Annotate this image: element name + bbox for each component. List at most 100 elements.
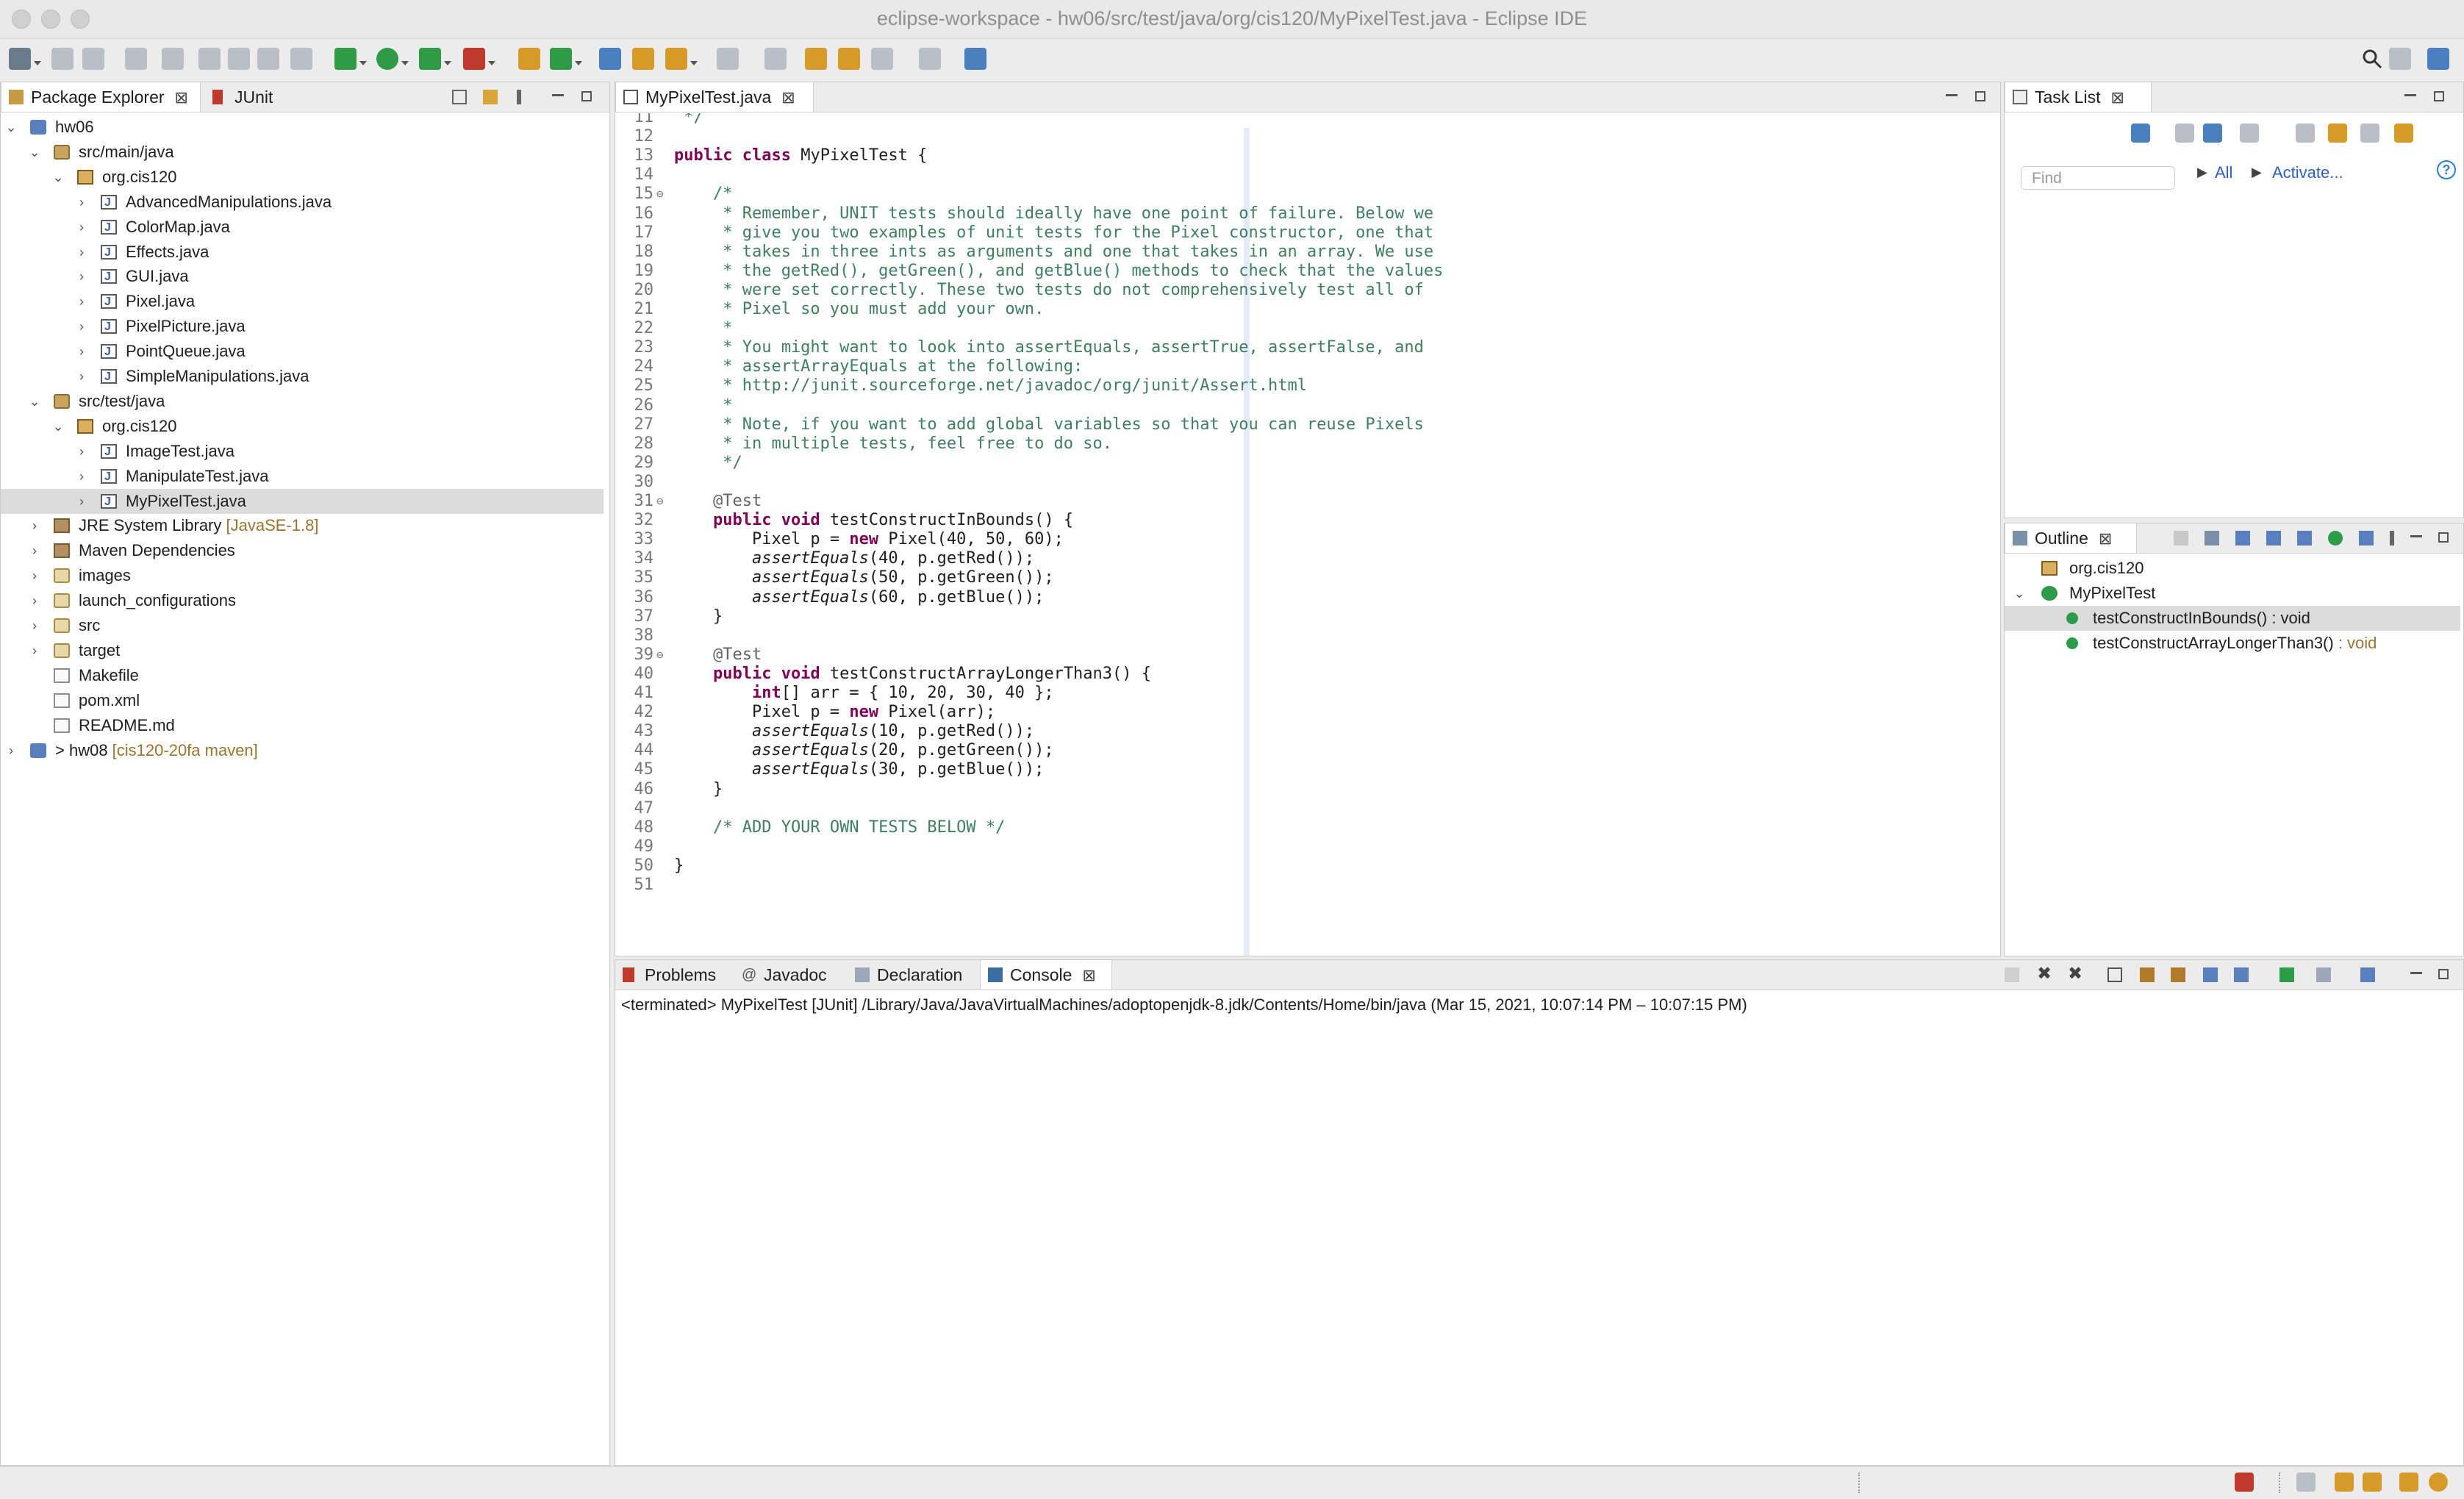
tree-item[interactable]: › AdvancedManipulations.java <box>1 190 604 215</box>
tab-junit[interactable]: JUnit <box>205 82 315 112</box>
maximize-icon[interactable] <box>1975 91 1985 101</box>
chevron-down-icon[interactable]: ⌄ <box>2012 581 2027 606</box>
minimize-icon[interactable] <box>2409 531 2424 545</box>
close-icon[interactable]: ⊠ <box>175 83 188 112</box>
chevron-right-icon[interactable]: › <box>74 489 89 514</box>
scheduled-icon[interactable] <box>2203 124 2222 143</box>
focus-on-workweek-icon[interactable] <box>2296 124 2315 143</box>
use-step-filters-icon[interactable] <box>290 48 312 70</box>
pin-editor-icon[interactable] <box>964 48 986 70</box>
view-menu-icon[interactable] <box>2390 531 2394 545</box>
fold-toggle-icon[interactable]: ⊖ <box>656 491 664 512</box>
chevron-right-icon[interactable]: › <box>27 638 42 663</box>
tree-item[interactable]: › Maven Dependencies <box>1 538 604 563</box>
code-line[interactable]: 45 assertEquals(30, p.getBlue()); <box>615 759 1975 780</box>
skip-breakpoints-icon[interactable] <box>125 48 147 70</box>
show-stderr-icon[interactable] <box>2234 967 2249 982</box>
tree-item[interactable]: › launch_configurations <box>1 588 604 613</box>
chevron-down-icon[interactable]: ⌄ <box>51 414 65 439</box>
code-line[interactable]: 34 assertEquals(40, p.getRed()); <box>615 548 1975 569</box>
forward-history-icon[interactable] <box>838 48 860 70</box>
view-menu-icon[interactable] <box>517 90 521 104</box>
new-java-package-icon[interactable] <box>518 48 540 70</box>
chevron-right-icon[interactable]: › <box>27 563 42 588</box>
tree-item[interactable]: › ImageTest.java <box>1 439 604 465</box>
open-perspective-icon[interactable] <box>2389 48 2411 70</box>
tab-outline[interactable]: Outline ⊠ <box>2005 523 2137 553</box>
code-line[interactable]: 46 } <box>615 779 1975 800</box>
book-icon[interactable] <box>2335 1473 2354 1492</box>
step-into-icon[interactable] <box>198 48 221 70</box>
tree-item[interactable]: README.md <box>1 713 604 738</box>
step-return-icon[interactable] <box>257 48 279 70</box>
chevron-right-icon[interactable]: › <box>27 513 42 538</box>
code-line[interactable]: 25 * http://junit.sourceforge.net/javado… <box>615 376 1975 396</box>
code-line[interactable]: 27 * Note, if you want to add global var… <box>615 415 1975 435</box>
terminate-icon[interactable] <box>2005 967 2019 982</box>
new-task-icon[interactable] <box>2131 124 2150 143</box>
new-icon[interactable] <box>9 48 31 70</box>
fold-toggle-icon[interactable]: ⊖ <box>656 645 664 665</box>
tree-item[interactable]: ⌄ hw06 <box>1 115 604 140</box>
save-icon[interactable] <box>51 48 74 70</box>
tree-item[interactable]: › Effects.java <box>1 240 604 265</box>
tab-problems[interactable]: Problems <box>615 960 733 990</box>
outline-item-package[interactable]: org.cis120 <box>2005 556 2460 581</box>
tab-task-list[interactable]: Task List ⊠ <box>2005 82 2152 112</box>
previous-annotation-icon[interactable] <box>764 48 787 70</box>
tree-item[interactable]: › > hw08 [cis120-20fa maven] <box>1 738 604 763</box>
code-line[interactable]: 33 Pixel p = new Pixel(40, 50, 60); <box>615 529 1975 550</box>
code-line[interactable]: 37 } <box>615 607 1975 627</box>
tree-item[interactable]: › GUI.java <box>1 264 604 290</box>
chevron-right-icon[interactable]: › <box>74 289 89 314</box>
chevron-right-icon[interactable]: › <box>74 264 89 289</box>
minimize-icon[interactable] <box>1944 90 1959 104</box>
categorized-icon[interactable] <box>2175 124 2194 143</box>
maximize-icon[interactable] <box>581 91 592 101</box>
tree-item[interactable]: › SimpleManipulations.java <box>1 364 604 390</box>
tree-item[interactable]: › target <box>1 638 604 663</box>
task-find-input[interactable]: Find <box>2021 166 2175 190</box>
save-all-icon[interactable] <box>82 48 104 70</box>
open-type-icon[interactable] <box>599 48 621 70</box>
code-line[interactable]: 15 ⊖ /* <box>615 184 1975 204</box>
code-line[interactable]: 29 */ <box>615 453 1975 473</box>
tree-item[interactable]: › PointQueue.java <box>1 339 604 365</box>
code-line[interactable]: 13 public class MyPixelTest { <box>615 146 1975 166</box>
code-line[interactable]: 24 * assertArrayEquals at the following: <box>615 357 1975 377</box>
code-line[interactable]: 50} <box>615 856 1975 876</box>
maximize-icon[interactable] <box>2438 969 2449 979</box>
code-line[interactable]: 30 <box>615 472 1975 493</box>
code-line[interactable]: 22 * <box>615 318 1975 339</box>
synchronize-icon[interactable] <box>2328 124 2347 143</box>
debug-icon[interactable] <box>334 48 357 70</box>
outline-item-method[interactable]: testConstructInBounds() : void <box>2005 606 2460 631</box>
code-line[interactable]: 48 /* ADD YOUR OWN TESTS BELOW */ <box>615 818 1975 838</box>
tab-mypixeltest-java[interactable]: MyPixelTest.java ⊠ <box>615 82 814 112</box>
chevron-down-icon[interactable]: ⌄ <box>27 389 42 414</box>
chevron-down-icon[interactable]: ⌄ <box>51 165 65 190</box>
activate-link[interactable]: Activate... <box>2272 163 2343 182</box>
hide-non-public-icon[interactable] <box>2328 531 2343 545</box>
code-line[interactable]: 47 <box>615 798 1975 819</box>
search-tool-icon[interactable] <box>665 48 687 70</box>
code-line[interactable]: 51 <box>615 875 1975 895</box>
updates-icon[interactable] <box>2429 1473 2448 1492</box>
code-line[interactable]: 31 ⊖ @Test <box>615 491 1975 512</box>
chevron-right-icon[interactable]: › <box>74 339 89 364</box>
chevron-right-icon[interactable]: › <box>27 538 42 563</box>
chevron-right-icon[interactable]: › <box>27 613 42 638</box>
word-wrap-icon[interactable] <box>2171 967 2185 982</box>
clear-console-icon[interactable] <box>2107 967 2122 982</box>
chevron-right-icon[interactable]: › <box>4 738 18 763</box>
code-line[interactable]: 11 */ <box>615 113 1975 128</box>
code-line[interactable]: 14 <box>615 165 1975 185</box>
tree-item[interactable]: › ManipulateTest.java <box>1 464 604 490</box>
new-java-class-icon[interactable] <box>550 48 572 70</box>
remove-launch-icon[interactable]: ✖ <box>2037 965 2052 983</box>
close-icon[interactable]: ⊠ <box>2099 524 2112 554</box>
hide-fields-icon[interactable] <box>2266 531 2281 545</box>
outline-item-method[interactable]: testConstructArrayLongerThan3() : void <box>2005 631 2460 656</box>
fold-toggle-icon[interactable]: ⊖ <box>656 184 664 204</box>
open-console-icon[interactable] <box>2360 967 2375 982</box>
